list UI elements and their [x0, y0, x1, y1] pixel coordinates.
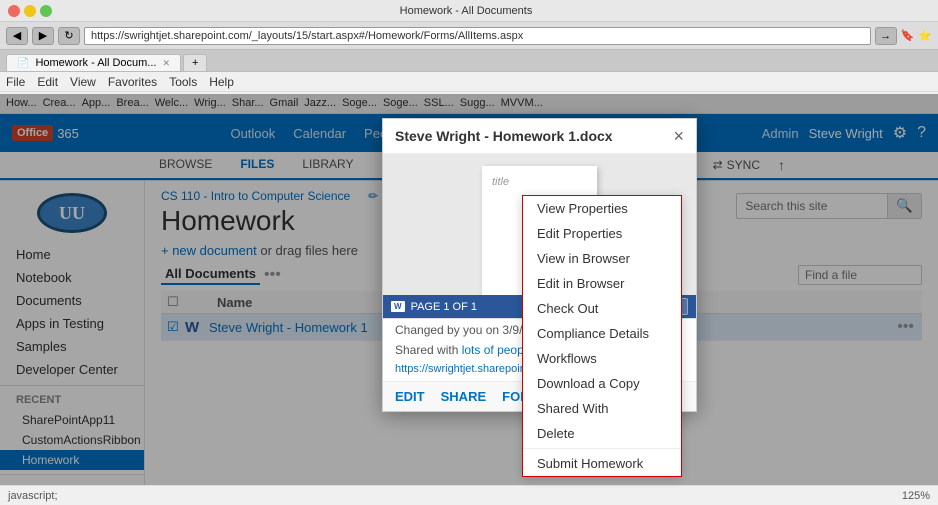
tab-favicon: 📄 [17, 58, 29, 69]
close-btn[interactable] [8, 5, 20, 17]
ctx-shared-with[interactable]: Shared With [523, 396, 681, 421]
minimize-btn[interactable] [24, 5, 36, 17]
browser-title: Homework - All Documents [400, 5, 533, 17]
go-btn[interactable]: → [875, 27, 897, 45]
modal-close-btn[interactable]: × [673, 127, 684, 145]
tab-homework[interactable]: 📄 Homework - All Docum... ✕ [6, 54, 181, 71]
ctx-edit-browser[interactable]: Edit in Browser [523, 271, 681, 296]
browser-title-bar: Homework - All Documents [0, 0, 938, 22]
menu-edit[interactable]: Edit [37, 75, 58, 89]
ctx-compliance[interactable]: Compliance Details [523, 321, 681, 346]
tab-close-icon[interactable]: ✕ [162, 58, 170, 69]
context-menu: View Properties Edit Properties View in … [522, 195, 682, 477]
status-right: 125% [902, 490, 930, 502]
back-btn[interactable]: ◀ [6, 27, 28, 45]
menu-view[interactable]: View [70, 75, 96, 89]
refresh-btn[interactable]: ↻ [58, 27, 80, 45]
modal-edit-btn[interactable]: EDIT [395, 389, 425, 404]
menu-favorites[interactable]: Favorites [108, 75, 157, 89]
menu-tools[interactable]: Tools [169, 75, 197, 89]
modal-title: Steve Wright - Homework 1.docx [395, 128, 613, 144]
ctx-view-browser[interactable]: View in Browser [523, 246, 681, 271]
ctx-edit-properties[interactable]: Edit Properties [523, 221, 681, 246]
ctx-workflows[interactable]: Workflows [523, 346, 681, 371]
tab-new[interactable]: + [183, 54, 207, 71]
ctx-download[interactable]: Download a Copy [523, 371, 681, 396]
doc-preview-text: title [492, 176, 509, 188]
maximize-btn[interactable] [40, 5, 52, 17]
forward-btn[interactable]: ▶ [32, 27, 54, 45]
menu-file[interactable]: File [6, 75, 25, 89]
window-controls [8, 5, 52, 17]
ctx-divider [523, 448, 681, 449]
status-left: javascript; [8, 490, 58, 502]
page-label: PAGE 1 OF 1 [411, 301, 477, 313]
toolbar-extras: 🔖 ⭐ [901, 29, 932, 42]
menu-help[interactable]: Help [209, 75, 234, 89]
modal-header: Steve Wright - Homework 1.docx × [383, 119, 696, 154]
menu-bar: File Edit View Favorites Tools Help [0, 72, 938, 92]
modal-share-btn[interactable]: SHARE [441, 389, 487, 404]
address-bar[interactable] [84, 27, 871, 45]
status-bar: javascript; 125% [0, 485, 938, 505]
tab-bar: 📄 Homework - All Docum... ✕ + [0, 50, 938, 72]
ctx-check-out[interactable]: Check Out [523, 296, 681, 321]
browser-toolbar: ◀ ▶ ↻ → 🔖 ⭐ [0, 22, 938, 50]
ctx-view-properties[interactable]: View Properties [523, 196, 681, 221]
word-icon-small: W [391, 301, 405, 312]
tab-label: Homework - All Docum... [35, 57, 156, 69]
ctx-delete[interactable]: Delete [523, 421, 681, 446]
shared-with-text: Shared with [395, 343, 458, 357]
ctx-submit-homework[interactable]: Submit Homework [523, 451, 681, 476]
